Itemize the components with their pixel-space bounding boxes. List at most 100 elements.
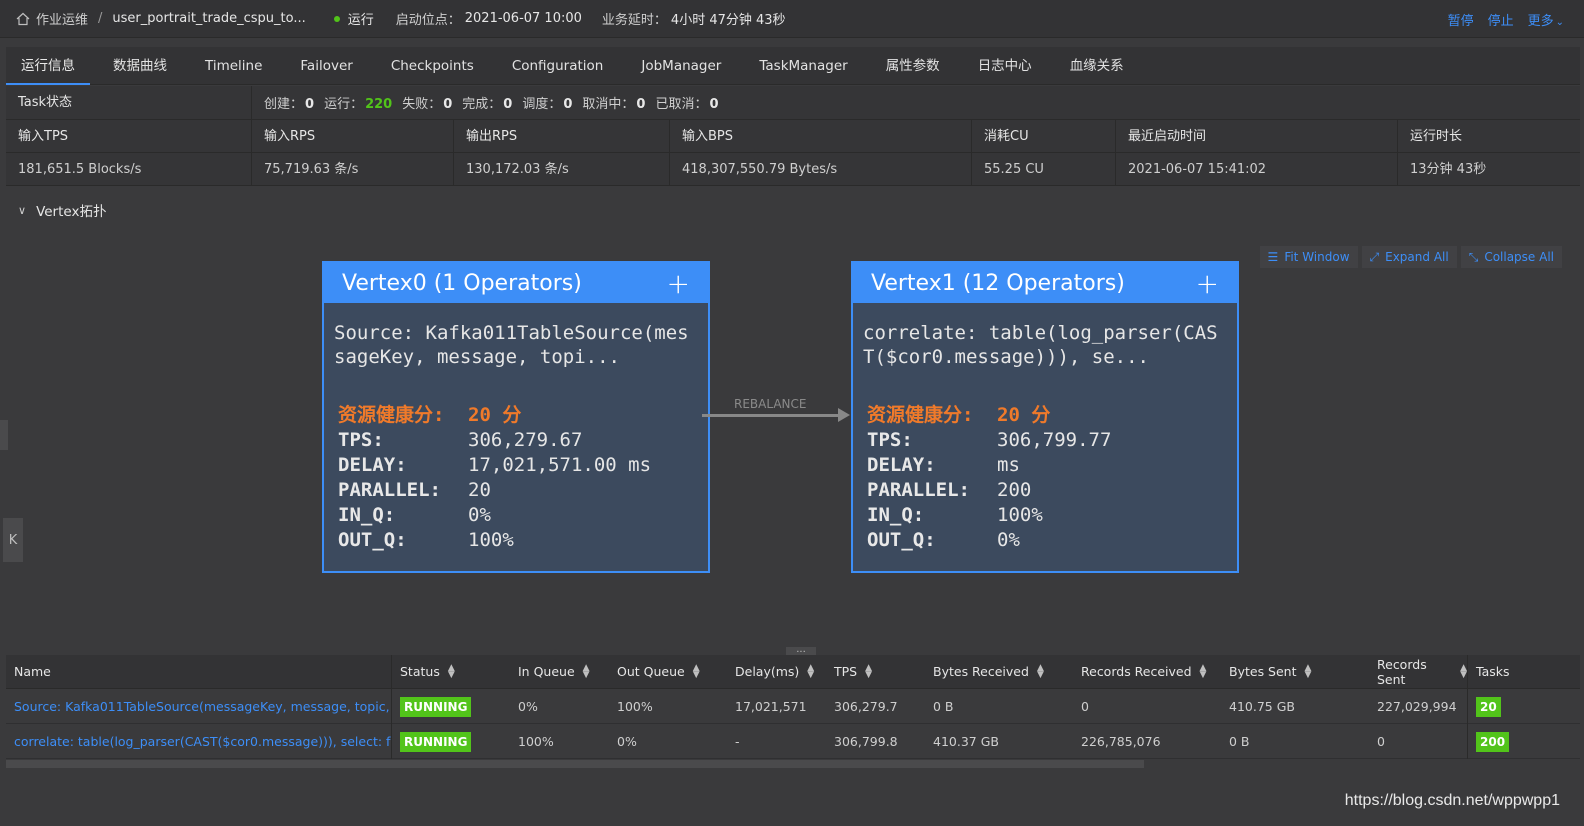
- metric-value: 418,307,550.79 Bytes/s: [670, 153, 972, 185]
- task-status-counts: 创建： 0 运行： 220 失败： 0 完成： 0 调度： 0 取消中： 0 已取消： 0: [252, 93, 719, 112]
- breadcrumb-root[interactable]: 作业运维: [36, 9, 88, 28]
- business-delay-label: 业务延时：: [601, 13, 667, 28]
- status-badge: RUNNING: [400, 732, 472, 752]
- col-header-bytes-sent[interactable]: Bytes Sent ▲ ▼: [1221, 655, 1369, 689]
- sort-icon[interactable]: ▲ ▼: [865, 663, 872, 679]
- col-header-delay[interactable]: Delay(ms) ▲ ▼: [727, 655, 826, 689]
- pause-button[interactable]: 暂停: [1448, 10, 1474, 29]
- expand-all-label: Expand All: [1385, 250, 1449, 264]
- tab-lineage[interactable]: 血缘关系: [1055, 47, 1139, 85]
- vertex-name-link[interactable]: correlate: table(log_parser(CAST($cor0.m…: [6, 723, 392, 759]
- table-header-row: Name Status ▲ ▼ In Queue ▲ ▼ Out Queue ▲ ▼ Del…: [6, 654, 1580, 689]
- tab-failover[interactable]: Failover: [285, 47, 367, 85]
- tab-run-info[interactable]: 运行信息: [6, 47, 90, 85]
- sort-icon[interactable]: ▲ ▼: [448, 663, 455, 679]
- task-running: 运行： 220: [324, 93, 392, 112]
- bytes-sent-cell: 0 B: [1229, 733, 1250, 749]
- task-running-value: 220: [365, 97, 393, 112]
- stat-value: 100%: [468, 529, 514, 551]
- start-position-label: 启动位点：: [395, 13, 461, 28]
- vertex-node-1[interactable]: Vertex1 (12 Operators) + correlate: tabl…: [851, 261, 1239, 573]
- tab-properties[interactable]: 属性参数: [871, 47, 955, 85]
- sort-icon[interactable]: ▲ ▼: [693, 663, 700, 679]
- metric-header: 消耗CU: [972, 120, 1116, 152]
- status-dot-icon: [333, 15, 340, 22]
- left-drag-handle[interactable]: [0, 420, 8, 450]
- metric-value: 75,719.63 条/s: [252, 153, 454, 185]
- task-canceling-value: 0: [636, 97, 646, 112]
- fit-window-label: Fit Window: [1284, 250, 1350, 264]
- task-finished: 完成： 0: [462, 93, 512, 112]
- tab-timeline[interactable]: Timeline: [190, 47, 277, 85]
- metric-value: 55.25 CU: [972, 153, 1116, 185]
- tab-taskmanager[interactable]: TaskManager: [744, 47, 862, 85]
- col-header-bytes-received[interactable]: Bytes Received ▲ ▼: [925, 655, 1073, 689]
- fit-window-icon: ☰: [1267, 250, 1279, 264]
- fit-window-button[interactable]: ☰ Fit Window: [1259, 246, 1358, 268]
- col-header-tasks[interactable]: Tasks: [1468, 655, 1580, 689]
- sort-icon[interactable]: ▲ ▼: [1460, 663, 1467, 679]
- tab-data-curves[interactable]: 数据曲线: [98, 47, 182, 85]
- metric-value: 130,172.03 条/s: [454, 153, 670, 185]
- col-header-label: In Queue: [518, 664, 575, 679]
- health-label: 资源健康分:: [338, 404, 445, 426]
- sort-icon[interactable]: ▲ ▼: [807, 663, 814, 679]
- col-header-in-queue[interactable]: In Queue ▲ ▼: [510, 655, 609, 689]
- stop-button[interactable]: 停止: [1488, 10, 1514, 29]
- stat-key: OUT_Q:: [338, 529, 407, 551]
- vertex-header: Vertex0 (1 Operators) +: [324, 263, 708, 303]
- stat-key: TPS:: [338, 429, 384, 451]
- col-header-label: Status: [400, 664, 440, 679]
- vertex-section-toggle[interactable]: ∨ Vertex拓扑: [6, 196, 106, 224]
- task-canceled-label: 已取消：: [655, 97, 708, 112]
- sort-icon[interactable]: ▲ ▼: [1200, 663, 1207, 679]
- col-header-tps[interactable]: TPS ▲ ▼: [826, 655, 925, 689]
- tab-configuration[interactable]: Configuration: [497, 47, 619, 85]
- vertex-node-0[interactable]: Vertex0 (1 Operators) + Source: Kafka011…: [322, 261, 710, 573]
- records-received-cell: 0: [1081, 698, 1089, 714]
- vertex-stat-delay: DELAY: ms: [867, 453, 1223, 478]
- col-header-out-queue[interactable]: Out Queue ▲ ▼: [609, 655, 727, 689]
- stat-value: 306,799.77: [997, 429, 1112, 451]
- expand-icon: ⤢: [1369, 250, 1380, 264]
- col-header-label: TPS: [834, 664, 858, 679]
- stat-value: 20: [468, 479, 491, 501]
- horizontal-scrollbar[interactable]: [6, 760, 1144, 768]
- task-created-label: 创建：: [264, 97, 304, 112]
- table-row[interactable]: correlate: table(log_parser(CAST($cor0.m…: [6, 723, 1580, 759]
- stat-value: 306,279.67: [468, 429, 583, 451]
- task-failed-label: 失败：: [402, 97, 442, 112]
- status-cell: RUNNING: [392, 689, 510, 724]
- more-button[interactable]: 更多 ⌄: [1528, 10, 1564, 29]
- task-canceling-label: 取消中：: [582, 97, 635, 112]
- sort-icon[interactable]: ▲ ▼: [583, 663, 590, 679]
- task-finished-value: 0: [503, 97, 513, 112]
- tab-jobmanager[interactable]: JobManager: [626, 47, 736, 85]
- stat-value: 0%: [997, 529, 1020, 551]
- sort-icon[interactable]: ▲ ▼: [1305, 663, 1312, 679]
- expand-all-button[interactable]: ⤢ Expand All: [1361, 246, 1457, 268]
- vertex-name-link[interactable]: Source: Kafka011TableSource(messageKey, …: [6, 688, 392, 724]
- col-header-name[interactable]: Name: [6, 654, 392, 689]
- metrics-value-row: 181,651.5 Blocks/s 75,719.63 条/s 130,172…: [6, 153, 1580, 186]
- home-icon[interactable]: [16, 12, 30, 26]
- vertex-stat-parallel: PARALLEL: 20: [338, 478, 694, 503]
- tab-log-center[interactable]: 日志中心: [963, 47, 1047, 85]
- col-header-records-sent[interactable]: Records Sent ▲ ▼: [1369, 654, 1468, 689]
- plus-icon[interactable]: +: [1196, 267, 1219, 300]
- graph-toolbar: ☰ Fit Window ⤢ Expand All ⤡ Collapse All: [1259, 246, 1562, 268]
- records-received-cell: 226,785,076: [1081, 733, 1161, 749]
- vertex-graph-canvas[interactable]: ☰ Fit Window ⤢ Expand All ⤡ Collapse All: [6, 234, 1580, 652]
- sort-icon[interactable]: ▲ ▼: [1037, 663, 1044, 679]
- task-finished-label: 完成：: [462, 97, 502, 112]
- task-created-value: 0: [305, 97, 315, 112]
- tab-checkpoints[interactable]: Checkpoints: [376, 47, 489, 85]
- collapse-all-button[interactable]: ⤡ Collapse All: [1460, 246, 1562, 268]
- col-header-records-received[interactable]: Records Received ▲ ▼: [1073, 655, 1221, 689]
- plus-icon[interactable]: +: [667, 267, 690, 300]
- status-cell: RUNNING: [392, 724, 510, 759]
- collapse-sidebar-button[interactable]: K: [3, 518, 23, 562]
- table-row[interactable]: Source: Kafka011TableSource(messageKey, …: [6, 688, 1580, 724]
- col-header-status[interactable]: Status ▲ ▼: [392, 655, 510, 689]
- vertex-table: Name Status ▲ ▼ In Queue ▲ ▼ Out Queue ▲ ▼ Del…: [6, 654, 1580, 759]
